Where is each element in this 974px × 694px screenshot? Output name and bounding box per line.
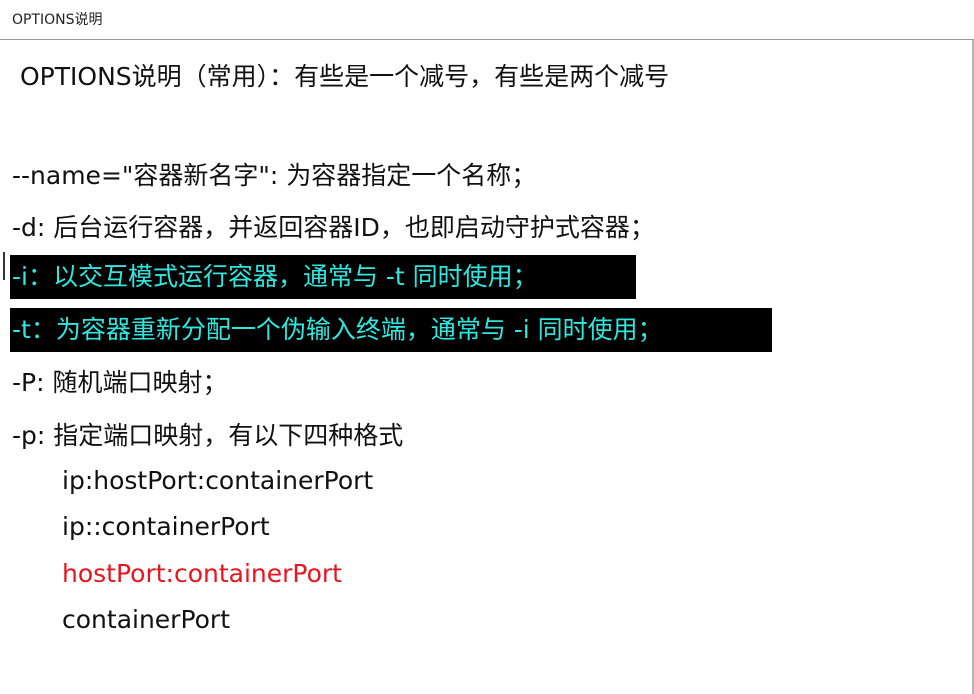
option-publish-all: -P: 随机端口映射；	[12, 368, 228, 397]
port-format-ip-host-container: ip:hostPort:containerPort	[62, 466, 374, 495]
option-publish: -p: 指定端口映射，有以下四种格式	[12, 421, 404, 450]
options-heading: OPTIONS说明（常用）：有些是一个减号，有些是两个减号	[20, 62, 670, 91]
port-format-host-container: hostPort:containerPort	[62, 559, 342, 588]
title-bar: OPTIONS说明	[0, 0, 974, 40]
option-interactive-highlighted: -i：以交互模式运行容器，通常与 -t 同时使用；	[10, 255, 636, 299]
option-tty-highlighted: -t：为容器重新分配一个伪输入终端，通常与 -i 同时使用；	[10, 308, 772, 352]
window-title: OPTIONS说明	[12, 12, 103, 28]
port-format-ip-container: ip::containerPort	[62, 512, 270, 541]
option-name: --name="容器新名字": 为容器指定一个名称；	[12, 161, 537, 190]
port-format-container: containerPort	[62, 605, 231, 634]
text-cursor	[3, 252, 5, 280]
option-detach: -d: 后台运行容器，并返回容器ID，也即启动守护式容器；	[12, 213, 655, 242]
